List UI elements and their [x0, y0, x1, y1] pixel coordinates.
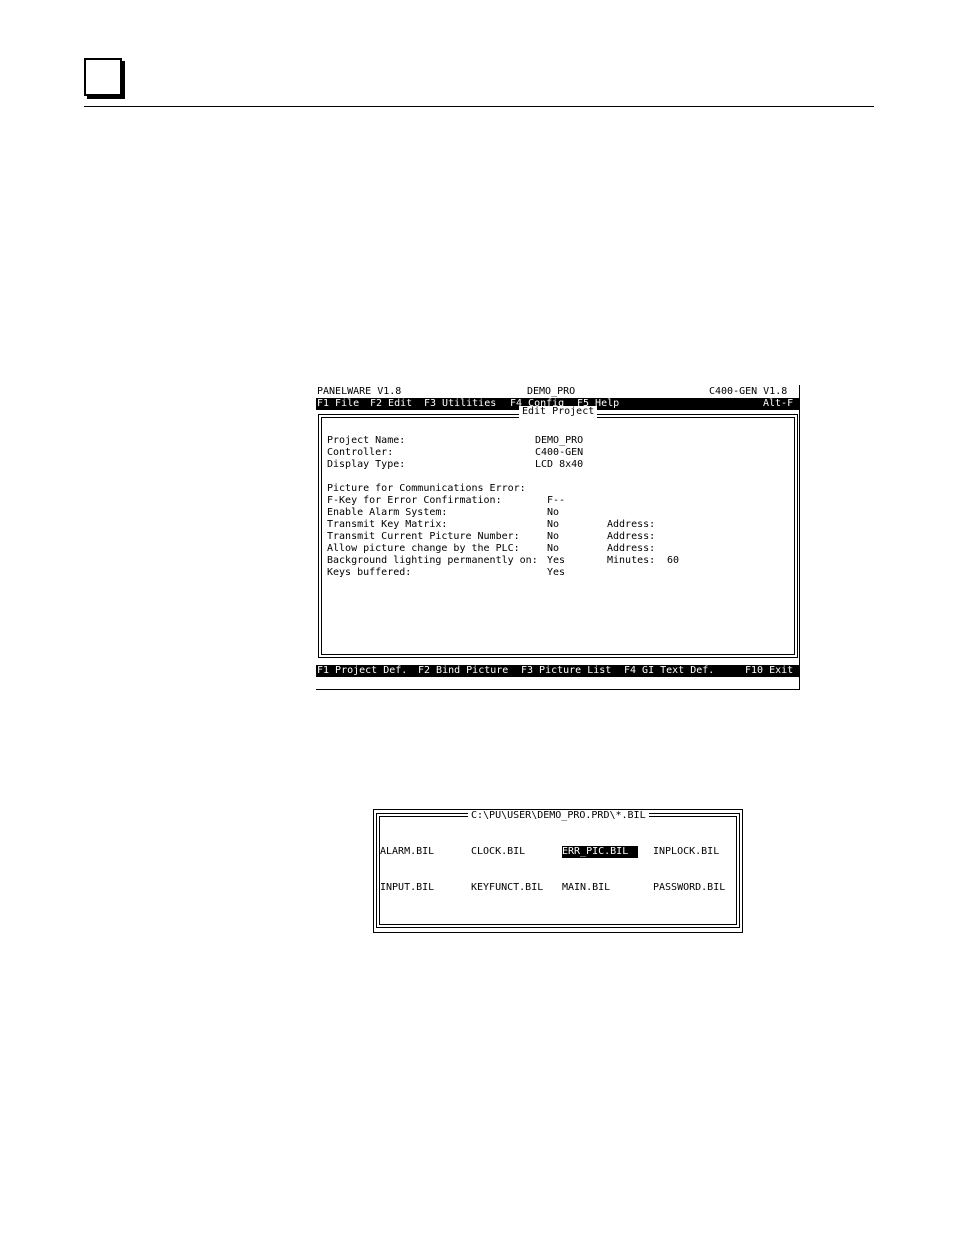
- fkey-bind-picture[interactable]: F2 Bind Picture: [418, 665, 508, 677]
- field-row-background-light: Background lighting permanently on: Yes …: [327, 555, 787, 567]
- comm-error-label: Picture for Communications Error:: [327, 483, 526, 494]
- panelware-screen: PANELWARE V1.8 DEMO_PRO C400-GEN V1.8 F1…: [316, 385, 800, 690]
- field-row-project-name: Project Name: DEMO_PRO: [327, 435, 787, 447]
- dialog-title: Edit Project: [519, 406, 598, 418]
- project-name-value[interactable]: DEMO_PRO: [535, 435, 583, 447]
- field-row-allow-picture: Allow picture change by the PLC: No Addr…: [327, 543, 787, 555]
- file-list-dialog: C:\PU\USER\DEMO_PRO.PRD\*.BIL ALARM.BIL …: [373, 809, 743, 933]
- keys-buffered-label: Keys buffered:: [327, 567, 412, 578]
- file-row: ALARM.BIL CLOCK.BIL ERR_PIC.BIL INPLOCK.…: [380, 846, 740, 858]
- file-row: INPUT.BIL KEYFUNCT.BIL MAIN.BIL PASSWORD…: [380, 882, 740, 894]
- field-row-alarm: Enable Alarm System: No: [327, 507, 787, 519]
- fkey-label: F-Key for Error Confirmation:: [327, 495, 502, 506]
- keys-buffered-value[interactable]: Yes: [547, 567, 565, 579]
- header-rule: [84, 106, 874, 107]
- file-item-clock[interactable]: CLOCK.BIL: [471, 846, 525, 858]
- field-row-keys-buffered: Keys buffered: Yes: [327, 567, 787, 579]
- display-type-label: Display Type:: [327, 459, 406, 470]
- fkey-project-def[interactable]: F1 Project Def.: [317, 665, 407, 677]
- allow-picture-label: Allow picture change by the PLC:: [327, 543, 520, 554]
- minutes-label: Minutes:: [607, 555, 656, 566]
- fkey-gi-text-def[interactable]: F4 GI Text Def.: [624, 665, 714, 677]
- display-type-value[interactable]: LCD 8x40: [535, 459, 583, 471]
- file-list: ALARM.BIL CLOCK.BIL ERR_PIC.BIL INPLOCK.…: [380, 822, 740, 918]
- menu-edit[interactable]: F2 Edit: [370, 398, 412, 410]
- file-item-alarm[interactable]: ALARM.BIL: [380, 846, 434, 858]
- alarm-label: Enable Alarm System:: [327, 507, 448, 518]
- fkey-picture-list[interactable]: F3 Picture List: [521, 665, 611, 677]
- fkey-value[interactable]: F--: [547, 495, 565, 507]
- function-key-bar: F1 Project Def. F2 Bind Picture F3 Pictu…: [316, 665, 800, 677]
- file-item-err-pic[interactable]: ERR_PIC.BIL: [562, 846, 639, 858]
- field-row-controller: Controller: C400-GEN: [327, 447, 787, 459]
- current-picture-address-label: Address:: [607, 531, 656, 542]
- minutes-value[interactable]: 60: [667, 555, 679, 567]
- fkey-exit[interactable]: F10 Exit: [745, 665, 793, 677]
- controller-label: Controller:: [327, 447, 394, 458]
- controller-value[interactable]: C400-GEN: [535, 447, 583, 459]
- key-matrix-address-label: Address:: [607, 519, 656, 530]
- title-bar: PANELWARE V1.8 DEMO_PRO C400-GEN V1.8: [316, 386, 800, 398]
- field-row-comm-error: Picture for Communications Error:: [327, 483, 787, 495]
- allow-picture-address-label: Address:: [607, 543, 656, 554]
- background-light-value[interactable]: Yes: [547, 555, 565, 567]
- field-row-fkey: F-Key for Error Confirmation: F--: [327, 495, 787, 507]
- current-picture-value[interactable]: No: [547, 531, 559, 543]
- file-item-input[interactable]: INPUT.BIL: [380, 882, 434, 894]
- field-row-key-matrix: Transmit Key Matrix: No Address:: [327, 519, 787, 531]
- chapter-marker: [84, 58, 122, 96]
- controller-version: C400-GEN V1.8: [709, 386, 788, 397]
- app-name: PANELWARE V1.8: [317, 386, 402, 397]
- field-row-display-type: Display Type: LCD 8x40: [327, 459, 787, 471]
- key-matrix-label: Transmit Key Matrix:: [327, 519, 448, 530]
- file-path-title: C:\PU\USER\DEMO_PRO.PRD\*.BIL: [468, 810, 649, 822]
- current-picture-label: Transmit Current Picture Number:: [327, 531, 520, 542]
- project-title: DEMO_PRO: [527, 386, 576, 397]
- background-light-label: Background lighting permanently on:: [327, 555, 538, 566]
- file-item-keyfunct[interactable]: KEYFUNCT.BIL: [471, 882, 543, 894]
- menu-file[interactable]: F1 File: [317, 398, 359, 410]
- menu-utilities[interactable]: F3 Utilities: [424, 398, 496, 410]
- field-row-current-picture: Transmit Current Picture Number: No Addr…: [327, 531, 787, 543]
- project-name-label: Project Name:: [327, 435, 406, 446]
- file-item-main[interactable]: MAIN.BIL: [562, 882, 610, 894]
- edit-project-dialog: Edit Project Project Name: DEMO_PRO Cont…: [318, 406, 798, 658]
- file-item-inplock[interactable]: INPLOCK.BIL: [653, 846, 719, 858]
- key-matrix-value[interactable]: No: [547, 519, 559, 531]
- alarm-value[interactable]: No: [547, 507, 559, 519]
- allow-picture-value[interactable]: No: [547, 543, 559, 555]
- file-item-password[interactable]: PASSWORD.BIL: [653, 882, 725, 894]
- menu-shortcut: Alt-F: [763, 398, 794, 409]
